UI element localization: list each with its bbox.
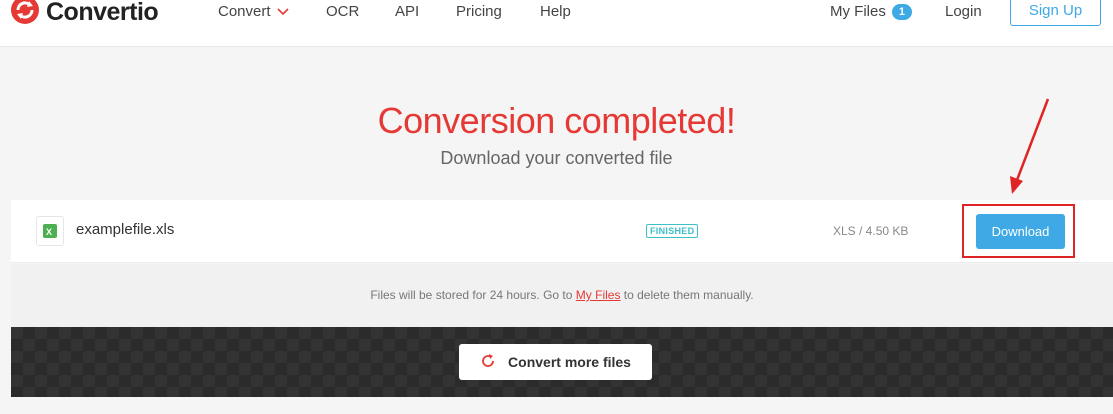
chevron-down-icon bbox=[276, 3, 289, 20]
login-link[interactable]: Login bbox=[945, 3, 982, 20]
svg-text:X: X bbox=[46, 227, 52, 237]
excel-file-icon: X bbox=[36, 216, 64, 246]
file-row: X examplefile.xls FINISHED XLS / 4.50 KB… bbox=[11, 200, 1113, 263]
nav-my-files[interactable]: My Files 1 bbox=[830, 3, 912, 20]
nav-api[interactable]: API bbox=[395, 3, 419, 20]
file-size: XLS / 4.50 KB bbox=[833, 224, 909, 238]
nav-convert[interactable]: Convert bbox=[218, 3, 289, 20]
convertio-logo-icon bbox=[10, 0, 40, 30]
my-files-link[interactable]: My Files bbox=[576, 288, 621, 302]
storage-notice: Files will be stored for 24 hours. Go to… bbox=[11, 264, 1113, 327]
file-name: examplefile.xls bbox=[76, 221, 175, 238]
page-subtitle: Download your converted file bbox=[440, 148, 673, 168]
signup-button[interactable]: Sign Up bbox=[1010, 0, 1101, 26]
nav-ocr[interactable]: OCR bbox=[326, 3, 359, 20]
convert-more-bar: Convert more files bbox=[11, 327, 1113, 397]
my-files-label: My Files bbox=[830, 3, 886, 20]
my-files-count-badge: 1 bbox=[891, 3, 912, 20]
notice-text-before: Files will be stored for 24 hours. Go to bbox=[370, 288, 576, 302]
convert-more-button[interactable]: Convert more files bbox=[459, 344, 652, 380]
download-button[interactable]: Download bbox=[976, 214, 1065, 249]
convert-more-label: Convert more files bbox=[508, 354, 631, 370]
top-navbar: Convertio Convert OCR API Pricing Help M… bbox=[0, 0, 1113, 47]
nav-pricing[interactable]: Pricing bbox=[456, 3, 502, 20]
nav-convert-label: Convert bbox=[218, 3, 271, 20]
nav-help[interactable]: Help bbox=[540, 3, 571, 20]
brand-name: Convertio bbox=[46, 0, 159, 26]
refresh-icon bbox=[480, 353, 496, 372]
logo[interactable]: Convertio bbox=[10, 0, 159, 32]
notice-text-after: to delete them manually. bbox=[620, 288, 754, 302]
page-title: Conversion completed! bbox=[377, 100, 736, 141]
status-badge: FINISHED bbox=[646, 224, 699, 238]
